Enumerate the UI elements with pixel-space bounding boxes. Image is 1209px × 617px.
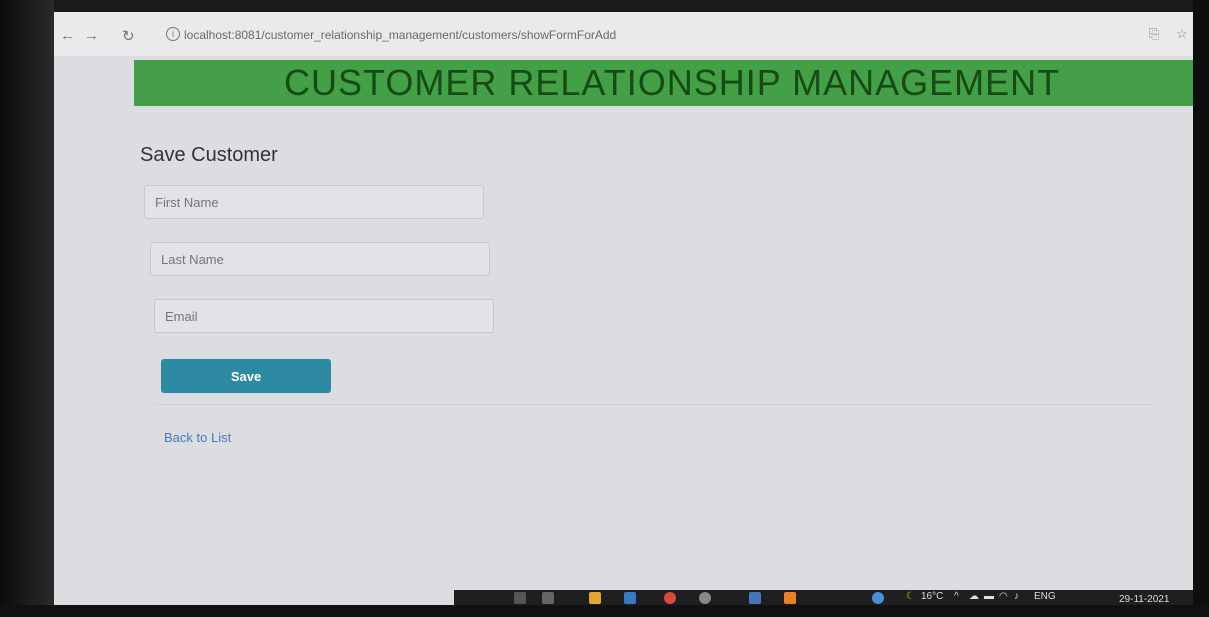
temperature[interactable]: 16°C (921, 591, 943, 602)
mail-icon[interactable] (624, 592, 636, 604)
cloud-icon: ☁ (969, 591, 979, 602)
language-indicator[interactable]: ENG (1034, 591, 1056, 602)
browser-window: ← → ↻ i localhost:8081/customer_relation… (54, 12, 1193, 605)
app-header: CUSTOMER RELATIONSHIP MANAGEMENT (134, 60, 1193, 106)
address-bar: ← → ↻ i localhost:8081/customer_relation… (54, 12, 1193, 56)
back-to-list-link[interactable]: Back to List (164, 430, 231, 445)
share-icon[interactable]: ⎘ (1149, 26, 1159, 42)
windows-taskbar: ☾ 16°C ^ ☁ ▬ ◠ ♪ ENG 02:00 29-11-2021 (454, 582, 1193, 605)
tray-chevron-icon[interactable]: ^ (954, 591, 959, 602)
url-text[interactable]: localhost:8081/customer_relationship_man… (184, 28, 616, 42)
first-name-input[interactable] (144, 185, 484, 219)
last-name-input[interactable] (150, 242, 490, 276)
battery-icon: ▬ (984, 591, 994, 602)
speaker-icon: ♪ (1014, 591, 1019, 602)
page-title: Save Customer (140, 144, 278, 166)
header-title: CUSTOMER RELATIONSHIP MANAGEMENT (284, 62, 1061, 103)
monitor-bezel-right (1193, 0, 1209, 617)
monitor-bezel-bottom (0, 605, 1209, 617)
divider (154, 404, 1154, 405)
search-icon[interactable] (514, 592, 526, 604)
weather-moon-icon: ☾ (906, 591, 915, 602)
monitor-bezel-left (0, 0, 54, 617)
wifi-icon: ◠ (999, 591, 1008, 602)
sublime-icon[interactable] (784, 592, 796, 604)
help-icon[interactable] (872, 592, 884, 604)
clock-time[interactable]: 02:00 (1134, 582, 1159, 593)
save-button[interactable]: Save (161, 359, 331, 393)
bookmark-star-icon[interactable]: ☆ (1176, 26, 1188, 42)
ide-icon[interactable] (749, 592, 761, 604)
task-view-icon[interactable] (542, 592, 554, 604)
chrome-icon[interactable] (664, 592, 676, 604)
back-arrow-icon[interactable]: ← (60, 27, 75, 44)
settings-gear-icon[interactable] (699, 592, 711, 604)
email-input[interactable] (154, 299, 494, 333)
reload-icon[interactable]: ↻ (122, 27, 135, 45)
clock-date[interactable]: 29-11-2021 (1119, 594, 1169, 605)
file-explorer-icon[interactable] (589, 592, 601, 604)
site-info-icon[interactable]: i (166, 27, 180, 41)
forward-arrow-icon[interactable]: → (84, 27, 99, 44)
